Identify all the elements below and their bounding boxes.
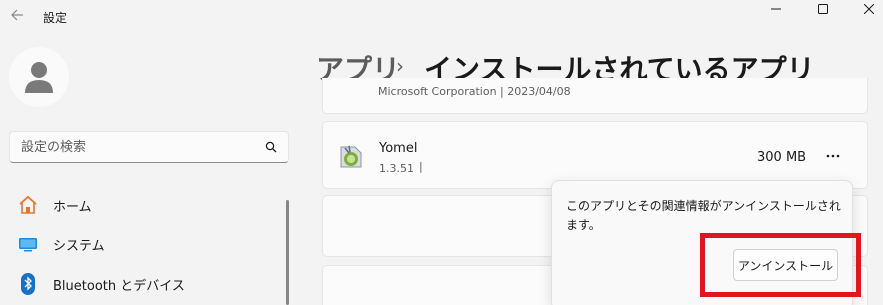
search-input[interactable] xyxy=(21,137,261,157)
app-icon xyxy=(340,145,362,168)
back-arrow-icon[interactable] xyxy=(10,8,24,22)
sidebar-item-system[interactable]: システム xyxy=(5,226,283,262)
title-bar: 設定 xyxy=(0,0,883,34)
system-display-icon xyxy=(17,233,39,255)
avatar[interactable] xyxy=(9,47,69,107)
sidebar-item-label: Bluetooth とデバイス xyxy=(53,278,185,294)
minimize-icon xyxy=(771,8,781,9)
flyout-message: このアプリとその関連情報がアンインストールされます。 xyxy=(566,199,841,232)
bluetooth-icon xyxy=(17,273,39,295)
maximize-icon xyxy=(818,3,828,14)
list-item: Microsoft Corporation | 2023/04/08 xyxy=(322,78,868,114)
sidebar-item-label: システム xyxy=(53,238,105,254)
sidebar-item-bluetooth[interactable]: Bluetooth とデバイス xyxy=(5,266,283,302)
home-icon xyxy=(17,194,39,216)
app-size: 300 MB xyxy=(757,150,807,165)
maximize-button[interactable] xyxy=(800,0,846,17)
window-title: 設定 xyxy=(43,11,68,25)
close-button[interactable] xyxy=(846,0,883,17)
close-icon xyxy=(864,3,874,14)
search-icon[interactable] xyxy=(265,141,278,154)
sidebar-item-home[interactable]: ホーム xyxy=(5,187,283,223)
app-publisher-cut: Microsoft Corporation | 2023/04/08 xyxy=(378,85,571,98)
more-options-icon[interactable] xyxy=(821,147,845,165)
sidebar-item-label: ホーム xyxy=(53,199,92,215)
app-name: Yomel xyxy=(379,141,418,156)
minimize-button[interactable] xyxy=(753,0,799,17)
user-avatar-icon xyxy=(25,62,53,93)
list-item: Yomel 1.3.51 | 300 MB xyxy=(322,121,868,189)
meta-separator: | xyxy=(419,160,423,173)
sidebar-scrollbar[interactable] xyxy=(286,200,289,305)
app-version: 1.3.51 xyxy=(379,162,414,175)
highlight-annotation xyxy=(700,233,861,297)
search-box[interactable] xyxy=(9,131,289,163)
breadcrumb-separator: › xyxy=(396,54,404,78)
